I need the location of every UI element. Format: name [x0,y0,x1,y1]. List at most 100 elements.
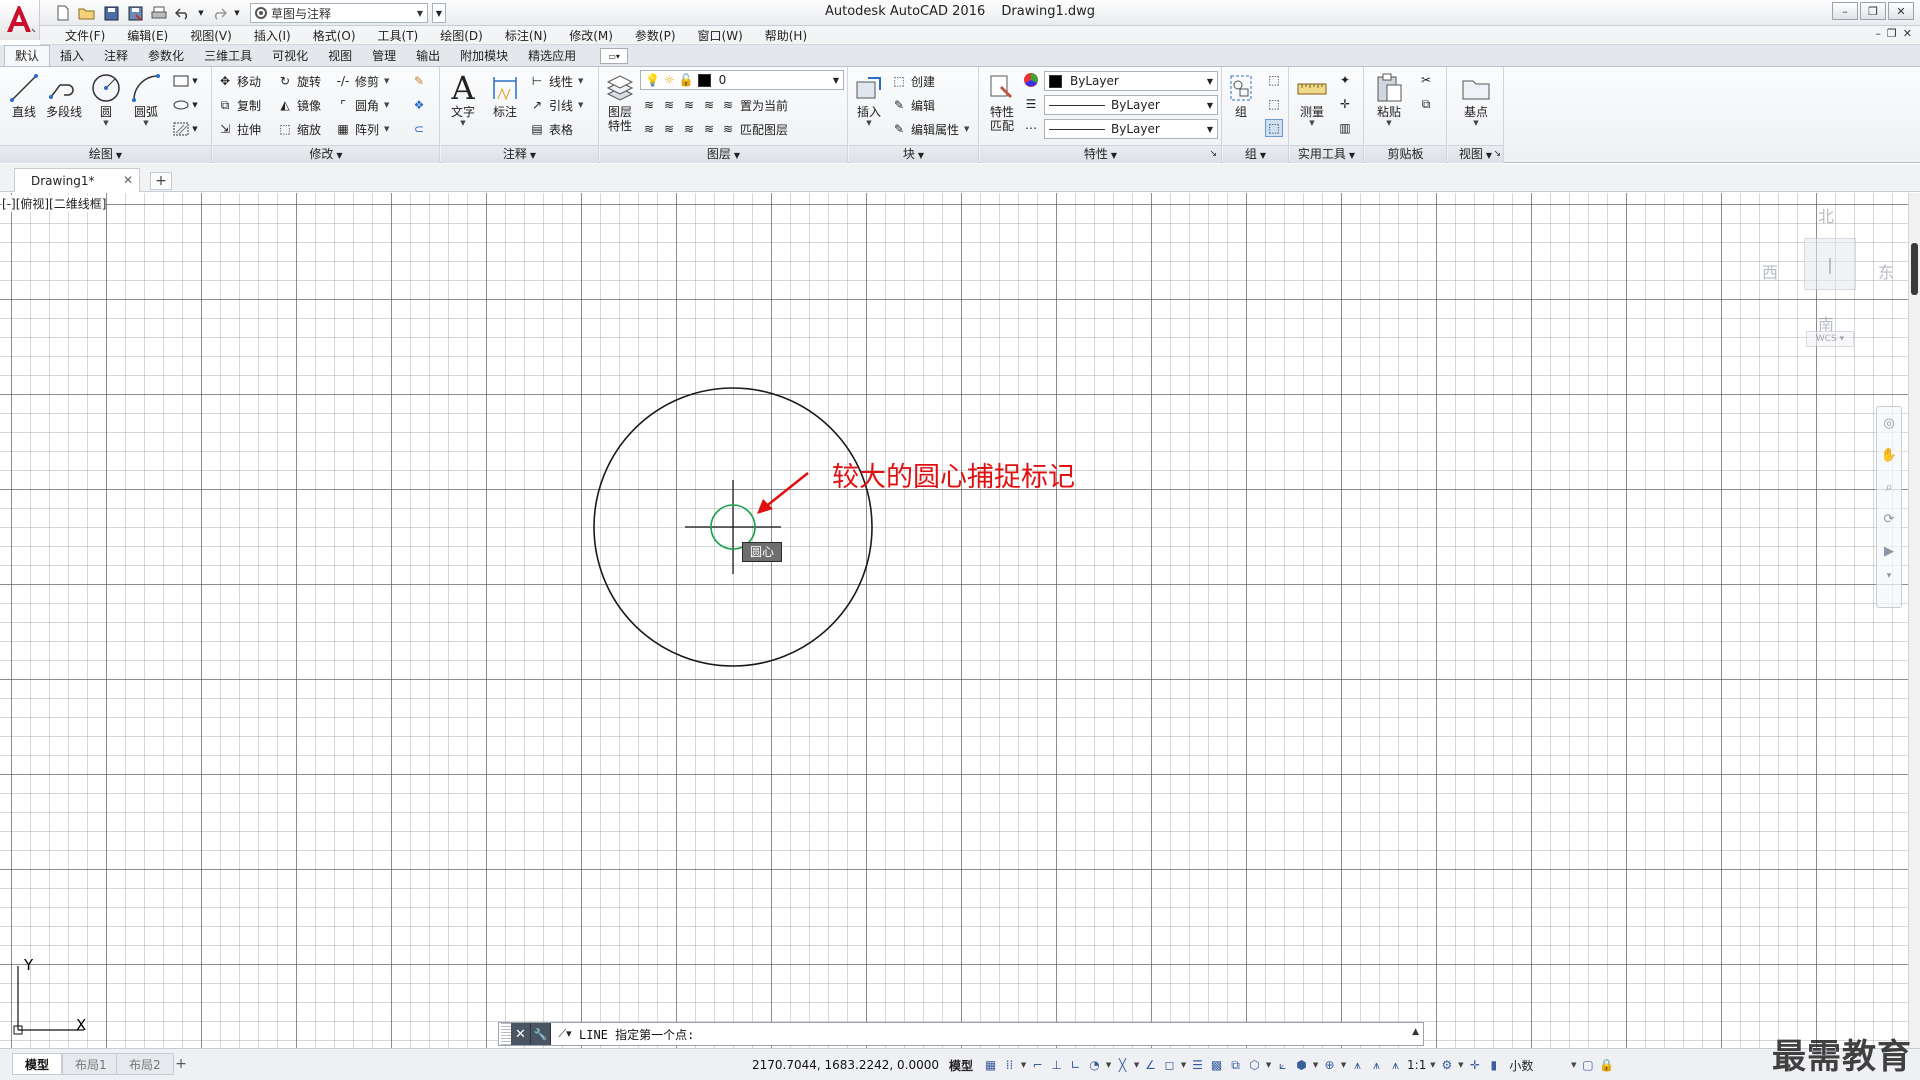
paste-dropdown-icon[interactable]: ▼ [1386,119,1391,127]
scale-button[interactable]: ⬚ 缩放 [277,119,321,139]
layout-tab-model[interactable]: 模型 [12,1053,63,1075]
offset-button[interactable]: ⊂ [411,119,431,139]
undo-dropdown-icon[interactable]: ▼ [196,3,206,23]
save-as-icon[interactable] [124,3,146,23]
quick-select-icon[interactable]: ✦ [1336,71,1354,89]
dialog-launcher-icon[interactable]: ↘ [1493,146,1501,163]
minimize-button[interactable]: – [1832,2,1858,20]
workspace-switch-icon[interactable]: ⚙ [1437,1055,1456,1075]
erase-button[interactable]: ✎ [411,71,431,91]
layer-on-icon[interactable]: ≋ [640,120,658,138]
quick-properties-icon[interactable]: ▢ [1578,1055,1597,1075]
annotation-scale-icon[interactable]: ⩚ [1386,1055,1405,1075]
wcs-dropdown[interactable]: WCS ▾ [1806,331,1854,347]
command-close-button[interactable]: ✕ [511,1023,531,1045]
lineweight-select[interactable]: ByLayer ▼ [1044,119,1218,139]
edit-block-button[interactable]: ✎ 编辑 [891,95,935,115]
tab-manage[interactable]: 管理 [362,46,406,66]
text-dropdown-icon[interactable]: ▼ [460,119,465,127]
linear-dim-button[interactable]: ⊢ 线性 ▼ [529,71,584,91]
osnap-dropdown-icon[interactable]: ▼ [1179,1061,1188,1069]
explode-button[interactable]: ❖ [411,95,431,115]
hatch-icon[interactable] [172,120,190,138]
layout-tab-layout2[interactable]: 布局2 [116,1053,174,1075]
panel-draw-title[interactable]: 绘图 ▼ [0,145,211,163]
navbar-menu-icon[interactable]: ▾ [1877,567,1901,585]
layer-unlock-icon[interactable]: ≋ [700,120,718,138]
units-value[interactable]: 小数 [1509,1057,1563,1074]
menu-file[interactable]: 文件(F) [54,27,116,44]
doc-minimize-button[interactable]: – [1875,27,1881,40]
annotation-monitor-icon[interactable]: ✛ [1465,1055,1484,1075]
polar-tracking-icon[interactable]: ◔ [1085,1055,1104,1075]
panel-utilities-title[interactable]: 实用工具 ▼ [1290,145,1363,163]
ortho-icon[interactable]: ∟ [1066,1055,1085,1075]
annotation-scale-value[interactable]: 1:1 [1407,1058,1426,1072]
rectangle-dropdown-icon[interactable]: ▼ [190,72,200,90]
move-button[interactable]: ✥ 移动 [217,71,261,91]
scale-dropdown-icon[interactable]: ▼ [1428,1061,1437,1069]
redo-icon[interactable] [208,3,230,23]
rectangle-icon[interactable] [172,72,190,90]
orbit-icon[interactable]: ⟳ [1877,503,1901,535]
viewcube-west[interactable]: 西 [1762,259,1778,283]
menu-help[interactable]: 帮助(H) [754,27,818,44]
array-dropdown-icon[interactable]: ▼ [384,125,389,133]
selection-cycling-icon[interactable]: ⧉ [1226,1055,1245,1075]
rotate-button[interactable]: ↻ 旋转 [277,71,321,91]
ungroup-icon[interactable]: ⬚ [1265,71,1283,89]
snap-mode-icon[interactable]: ⁞⁞ [1000,1055,1019,1075]
insert-dropdown-icon[interactable]: ▼ [866,119,871,127]
ellipse-dropdown-icon[interactable]: ▼ [190,96,200,114]
redo-dropdown-icon[interactable]: ▼ [232,3,242,23]
copy-button[interactable]: ⧉ 复制 [217,95,261,115]
annotation-visibility-icon[interactable]: ⩚ [1348,1055,1367,1075]
menu-parametric[interactable]: 参数(P) [624,27,687,44]
command-history-button[interactable]: ▲ [1412,1027,1419,1037]
model-space-toggle[interactable]: 模型 [949,1057,973,1074]
panel-layers-title[interactable]: 图层 ▼ [600,145,847,163]
measure-button[interactable]: 测量 ▼ [1292,71,1332,141]
doc-tab-drawing1[interactable]: Drawing1* ✕ [14,168,140,192]
cut-icon[interactable]: ✂ [1417,71,1435,89]
dynamic-ucs-icon[interactable]: ⟀ [1273,1055,1292,1075]
group-select-icon[interactable]: ⬚ [1265,119,1283,137]
array-button[interactable]: ▦ 阵列 ▼ [335,119,389,139]
units-dropdown-icon[interactable]: ▼ [1569,1061,1578,1069]
fillet-button[interactable]: ⌜ 圆角 ▼ [335,95,389,115]
tab-parametric[interactable]: 参数化 [138,46,194,66]
linetype-icon[interactable]: ⋯ [1022,119,1040,137]
paste-button[interactable]: 粘贴 ▼ [1369,71,1409,141]
viewcube[interactable]: 北 西 东 南 | WCS ▾ [1750,203,1900,353]
group-button[interactable]: 组 [1223,71,1259,141]
layer-off-icon[interactable]: ≋ [640,96,658,114]
lineweight-display-icon[interactable]: ☰ [1188,1055,1207,1075]
color-wheel-icon[interactable] [1022,71,1040,89]
tab-addins[interactable]: 附加模块 [450,46,518,66]
leader-dropdown-icon[interactable]: ▼ [578,101,583,109]
layer-thaw-icon[interactable]: ≋ [680,120,698,138]
command-line[interactable]: ✕ 🔧 ⟋▾ LINE 指定第一个点: ▲ [498,1022,1424,1046]
transparency-icon[interactable]: ▩ [1207,1055,1226,1075]
command-customize-button[interactable]: 🔧 [531,1023,551,1045]
workspace-dropdown-icon[interactable]: ▼ [1456,1061,1465,1069]
edit-attr-dropdown-icon[interactable]: ▼ [964,125,969,133]
text-button[interactable]: A 文字 ▼ [443,69,483,141]
3d-osnap-dropdown-icon[interactable]: ▼ [1264,1061,1273,1069]
menu-format[interactable]: 格式(O) [302,27,367,44]
menu-draw[interactable]: 绘图(D) [429,27,494,44]
drawing-canvas[interactable]: [-][俯视][二维线框] 较大的圆心捕捉标记 圆心 北 西 东 南 | WCS… [0,193,1908,1048]
color-select[interactable]: ByLayer ▼ [1044,71,1218,91]
hatch-dropdown-icon[interactable]: ▼ [190,120,200,138]
menu-window[interactable]: 窗口(W) [687,27,754,44]
ribbon-minimize-button[interactable]: ▭▾ [600,48,629,64]
add-layout-button[interactable]: + [172,1055,190,1073]
vertical-scrollbar[interactable] [1908,193,1920,1048]
restore-button[interactable]: ❐ [1860,2,1886,20]
menu-dimension[interactable]: 标注(N) [494,27,558,44]
calculator-icon[interactable]: ▥ [1336,119,1354,137]
line-button[interactable]: 直线 [4,71,44,141]
layer-unisolate-icon[interactable]: ≋ [660,120,678,138]
command-line-grip[interactable] [501,1023,511,1045]
3d-osnap-icon[interactable]: ⬡ [1245,1055,1264,1075]
